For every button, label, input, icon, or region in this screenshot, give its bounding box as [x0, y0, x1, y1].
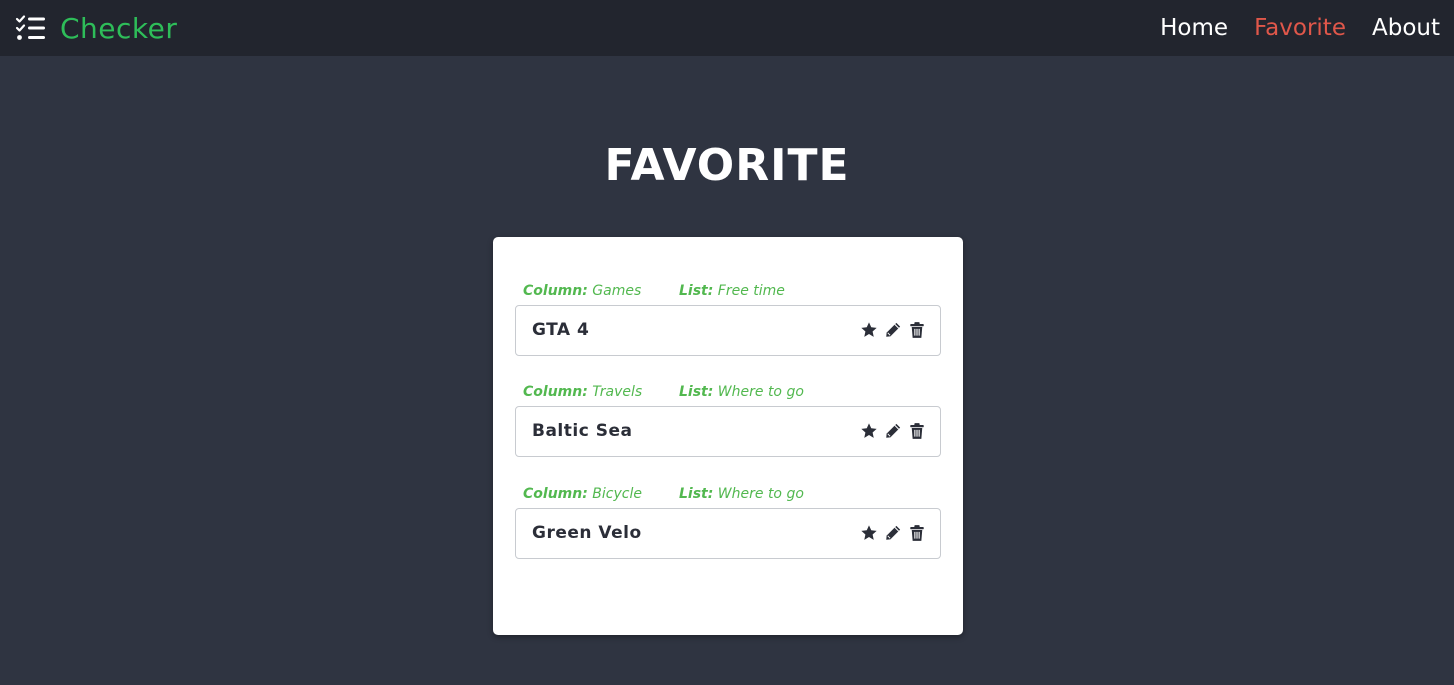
- entry-list: List: Free time: [679, 283, 785, 299]
- favorite-entry: Column: Games List: Free time GTA 4: [515, 283, 941, 356]
- favorite-item[interactable]: Green Velo: [515, 508, 941, 559]
- nav-link-favorite[interactable]: Favorite: [1254, 15, 1346, 41]
- star-icon[interactable]: [860, 321, 878, 339]
- item-title: GTA 4: [532, 320, 590, 340]
- column-value: Games: [592, 283, 642, 299]
- item-title: Baltic Sea: [532, 421, 633, 441]
- column-label: Column:: [523, 486, 588, 502]
- nav-link-home[interactable]: Home: [1160, 15, 1228, 41]
- entry-list: List: Where to go: [679, 384, 804, 400]
- star-icon[interactable]: [860, 524, 878, 542]
- entry-column: Column: Bicycle: [523, 486, 642, 502]
- nav-links: Home Favorite About: [1134, 10, 1440, 46]
- list-value: Where to go: [717, 384, 804, 400]
- brand-name: Checker: [60, 11, 178, 45]
- entry-column: Column: Travels: [523, 384, 642, 400]
- checklist-icon: [15, 15, 45, 40]
- star-icon[interactable]: [860, 422, 878, 440]
- favorite-entry: Column: Travels List: Where to go Baltic…: [515, 384, 941, 457]
- item-actions: [854, 524, 926, 542]
- list-value: Free time: [717, 283, 785, 299]
- list-value: Where to go: [717, 486, 804, 502]
- pencil-icon[interactable]: [884, 422, 902, 440]
- pencil-icon[interactable]: [884, 524, 902, 542]
- list-label: List:: [679, 283, 714, 299]
- item-title: Green Velo: [532, 523, 642, 543]
- entry-meta: Column: Bicycle List: Where to go: [515, 486, 941, 504]
- column-value: Travels: [592, 384, 643, 400]
- column-label: Column:: [523, 384, 588, 400]
- favorite-entry: Column: Bicycle List: Where to go Green …: [515, 486, 941, 559]
- entry-meta: Column: Games List: Free time: [515, 283, 941, 301]
- trash-icon[interactable]: [908, 422, 926, 440]
- navbar: Checker Home Favorite About: [0, 0, 1454, 56]
- pencil-icon[interactable]: [884, 321, 902, 339]
- list-label: List:: [679, 384, 714, 400]
- column-label: Column:: [523, 283, 588, 299]
- favorite-item[interactable]: GTA 4: [515, 305, 941, 356]
- page-title: FAVORITE: [604, 140, 850, 191]
- brand[interactable]: Checker: [15, 10, 177, 46]
- list-label: List:: [679, 486, 714, 502]
- item-actions: [854, 422, 926, 440]
- nav-link-about[interactable]: About: [1372, 15, 1440, 41]
- trash-icon[interactable]: [908, 524, 926, 542]
- trash-icon[interactable]: [908, 321, 926, 339]
- entry-column: Column: Games: [523, 283, 641, 299]
- entry-list: List: Where to go: [679, 486, 804, 502]
- favorite-item[interactable]: Baltic Sea: [515, 406, 941, 457]
- column-value: Bicycle: [592, 486, 642, 502]
- item-actions: [854, 321, 926, 339]
- entry-meta: Column: Travels List: Where to go: [515, 384, 941, 402]
- favorites-card: Column: Games List: Free time GTA 4 Colu…: [493, 237, 963, 635]
